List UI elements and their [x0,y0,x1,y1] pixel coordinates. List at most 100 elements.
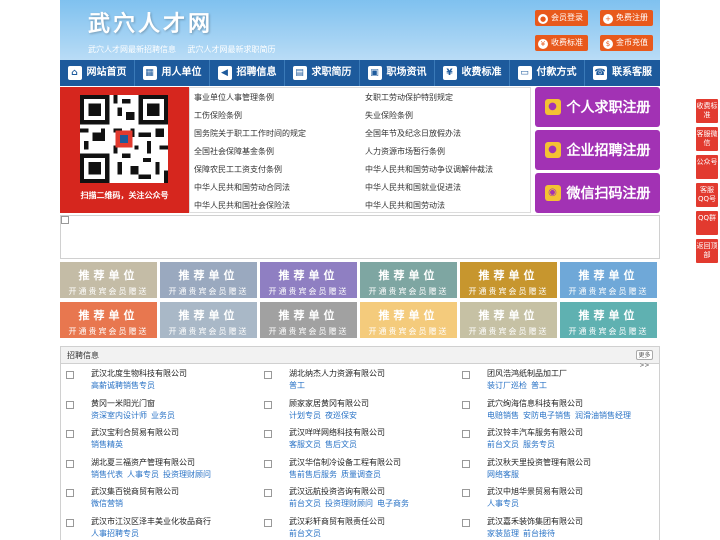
position-link[interactable]: 资深室内设计师 [91,411,147,420]
position-link[interactable]: 电赔销售 [487,411,519,420]
policy-link[interactable]: 中华人民共和国劳动争议调解仲裁法 [365,161,536,179]
position-link[interactable]: 销售代表 [91,470,123,479]
position-link[interactable]: 人事专员 [127,470,159,479]
recommended-tile[interactable]: 推荐单位 开通贵宾会员赠送 [460,302,557,338]
position-link[interactable]: 电子商务 [377,499,409,508]
company-name-link[interactable]: 湖北夏三福资产管理有限公司 [91,457,264,469]
nav-home[interactable]: ⌂ 网站首页 [60,60,135,86]
policy-link[interactable]: 国务院关于职工工作时间的规定 [194,125,365,143]
position-link[interactable]: 投资理财顾问 [163,470,211,479]
side-qq-group-button[interactable]: QQ群 [696,211,718,235]
fee-standard-button[interactable]: ¥ 收费标准 [535,35,588,51]
policy-link[interactable]: 事业单位人事管理条例 [194,89,365,107]
position-link[interactable]: 人事招聘专员 [91,529,139,538]
policy-link[interactable]: 中华人民共和国劳动法 [365,197,536,215]
position-link[interactable]: 普工 [289,381,305,390]
position-link[interactable]: 润滑油销售经理 [575,411,631,420]
position-link[interactable]: 安防电子销售 [523,411,571,420]
position-link[interactable]: 售前售后服务 [289,470,337,479]
recommended-tile[interactable]: 推荐单位 开通贵宾会员赠送 [560,262,657,298]
company-name-link[interactable]: 团风浩鸿纸制品加工厂 [487,368,659,380]
company-name-link[interactable]: 武汉铃丰汽车服务有限公司 [487,427,659,439]
personal-register-button[interactable]: ● 个人求职注册 [535,87,660,127]
position-link[interactable]: 人事专员 [487,499,519,508]
more-button[interactable]: 更多>> [636,350,653,369]
company-name-link[interactable]: 武汉宝利合贸易有限公司 [91,427,264,439]
tagline-latest-jobs[interactable]: 武穴人才网最新招聘信息 [88,45,176,54]
recommended-tile[interactable]: 推荐单位 开通贵宾会员赠送 [560,302,657,338]
site-logo[interactable]: 武穴人才网 [88,6,213,38]
nav-contact[interactable]: ☎ 联系客服 [585,60,660,86]
position-link[interactable]: 售后文员 [325,440,357,449]
position-link[interactable]: 前台接待 [523,529,555,538]
recommended-tile[interactable]: 推荐单位 开通贵宾会员赠送 [360,262,457,298]
company-name-link[interactable]: 武汉中旭华景贸易有限公司 [487,486,659,498]
company-name-link[interactable]: 武汉秋天里投资管理有限公司 [487,457,659,469]
recommended-tile[interactable]: 推荐单位 开通贵宾会员赠送 [460,262,557,298]
back-to-top-button[interactable]: 返回顶部 [696,239,718,263]
side-wechat-button[interactable]: 客服微信 [696,127,718,151]
recommended-tile[interactable]: 推荐单位 开通贵宾会员赠送 [60,302,157,338]
position-link[interactable]: 前台文员 [289,499,321,508]
company-name-link[interactable]: 武汉北度生物科技有限公司 [91,368,264,380]
free-register-button[interactable]: + 免费注册 [600,10,653,26]
position-link[interactable]: 装订厂巡检 [487,381,527,390]
position-link[interactable]: 销售精英 [91,440,123,449]
nav-resumes[interactable]: ▤ 求职简历 [285,60,360,86]
company-register-button[interactable]: ● 企业招聘注册 [535,130,660,170]
position-link[interactable]: 前台文员 [487,440,519,449]
company-name-link[interactable]: 湖北纳杰人力资源有限公司 [289,368,462,380]
policy-link[interactable]: 保障农民工工资支付条例 [194,161,365,179]
company-name-link[interactable]: 武穴绚海信息科技有限公司 [487,398,659,410]
side-qq-button[interactable]: 客服QQ号 [696,183,718,207]
company-name-link[interactable]: 武汉市江汉区泽丰美业化妆品商行 [91,516,264,528]
position-link[interactable]: 客服文员 [289,440,321,449]
position-link[interactable]: 业务员 [151,411,175,420]
position-link[interactable]: 高薪诚聘销售专员 [91,381,155,390]
company-name-link[interactable]: 武汉彩轩商贸有限责任公司 [289,516,462,528]
recommended-tile[interactable]: 推荐单位 开通贵宾会员赠送 [160,302,257,338]
recommended-tile[interactable]: 推荐单位 开通贵宾会员赠送 [260,302,357,338]
company-name-link[interactable]: 黄冈一米阳光门窗 [91,398,264,410]
recommended-tile[interactable]: 推荐单位 开通贵宾会员赠送 [60,262,157,298]
member-login-button[interactable]: ● 会员登录 [535,10,588,26]
side-fee-button[interactable]: 收费标准 [696,99,718,123]
policy-link[interactable]: 中华人民共和国社会保险法 [194,197,365,215]
position-link[interactable]: 前台文员 [289,529,321,538]
company-name-link[interactable]: 武汉华信制冷设备工程有限公司 [289,457,462,469]
policy-link[interactable]: 全国年节及纪念日放假办法 [365,125,536,143]
position-link[interactable]: 家装监理 [487,529,519,538]
company-name-link[interactable]: 武汉嘉禾装饰集团有限公司 [487,516,659,528]
nav-job-info[interactable]: ◀ 招聘信息 [210,60,285,86]
position-link[interactable]: 投资理财顾问 [325,499,373,508]
recommended-tile[interactable]: 推荐单位 开通贵宾会员赠送 [260,262,357,298]
position-link[interactable]: 网络客服 [487,470,519,479]
position-link[interactable]: 夜巡保安 [325,411,357,420]
recommended-tile[interactable]: 推荐单位 开通贵宾会员赠送 [360,302,457,338]
tagline-latest-resumes[interactable]: 武穴人才网最新求职简历 [188,45,276,54]
policy-link[interactable]: 人力资源市场暂行条例 [365,143,536,161]
company-name-link[interactable]: 武汉集百锐商贸有限公司 [91,486,264,498]
company-name-link[interactable]: 顾家家居黄冈有限公司 [289,398,462,410]
policy-link[interactable]: 中华人民共和国就业促进法 [365,179,536,197]
nav-employers[interactable]: ▦ 用人单位 [135,60,210,86]
position-link[interactable]: 计划专员 [289,411,321,420]
position-link[interactable]: 普工 [531,381,547,390]
policy-link[interactable]: 女职工劳动保护特别规定 [365,89,536,107]
gold-recharge-button[interactable]: $ 金币充值 [600,35,653,51]
position-link[interactable]: 质量调查员 [341,470,381,479]
side-official-account-button[interactable]: 公众号 [696,155,718,179]
recommended-tile[interactable]: 推荐单位 开通贵宾会员赠送 [160,262,257,298]
policy-link[interactable]: 全国社会保障基金条例 [194,143,365,161]
nav-fee-standard[interactable]: ¥ 收费标准 [435,60,510,86]
policy-link[interactable]: 失业保险条例 [365,107,536,125]
nav-career-news[interactable]: ▣ 职场资讯 [360,60,435,86]
nav-payment[interactable]: ▭ 付款方式 [510,60,585,86]
policy-link[interactable]: 中华人民共和国劳动合同法 [194,179,365,197]
policy-link[interactable]: 工伤保险条例 [194,107,365,125]
position-link[interactable]: 微信营销 [91,499,123,508]
wechat-register-button[interactable]: ◉ 微信扫码注册 [535,173,660,213]
ad-banner[interactable] [60,215,660,259]
company-name-link[interactable]: 武汉咩咩网络科技有限公司 [289,427,462,439]
position-link[interactable]: 服务专员 [523,440,555,449]
